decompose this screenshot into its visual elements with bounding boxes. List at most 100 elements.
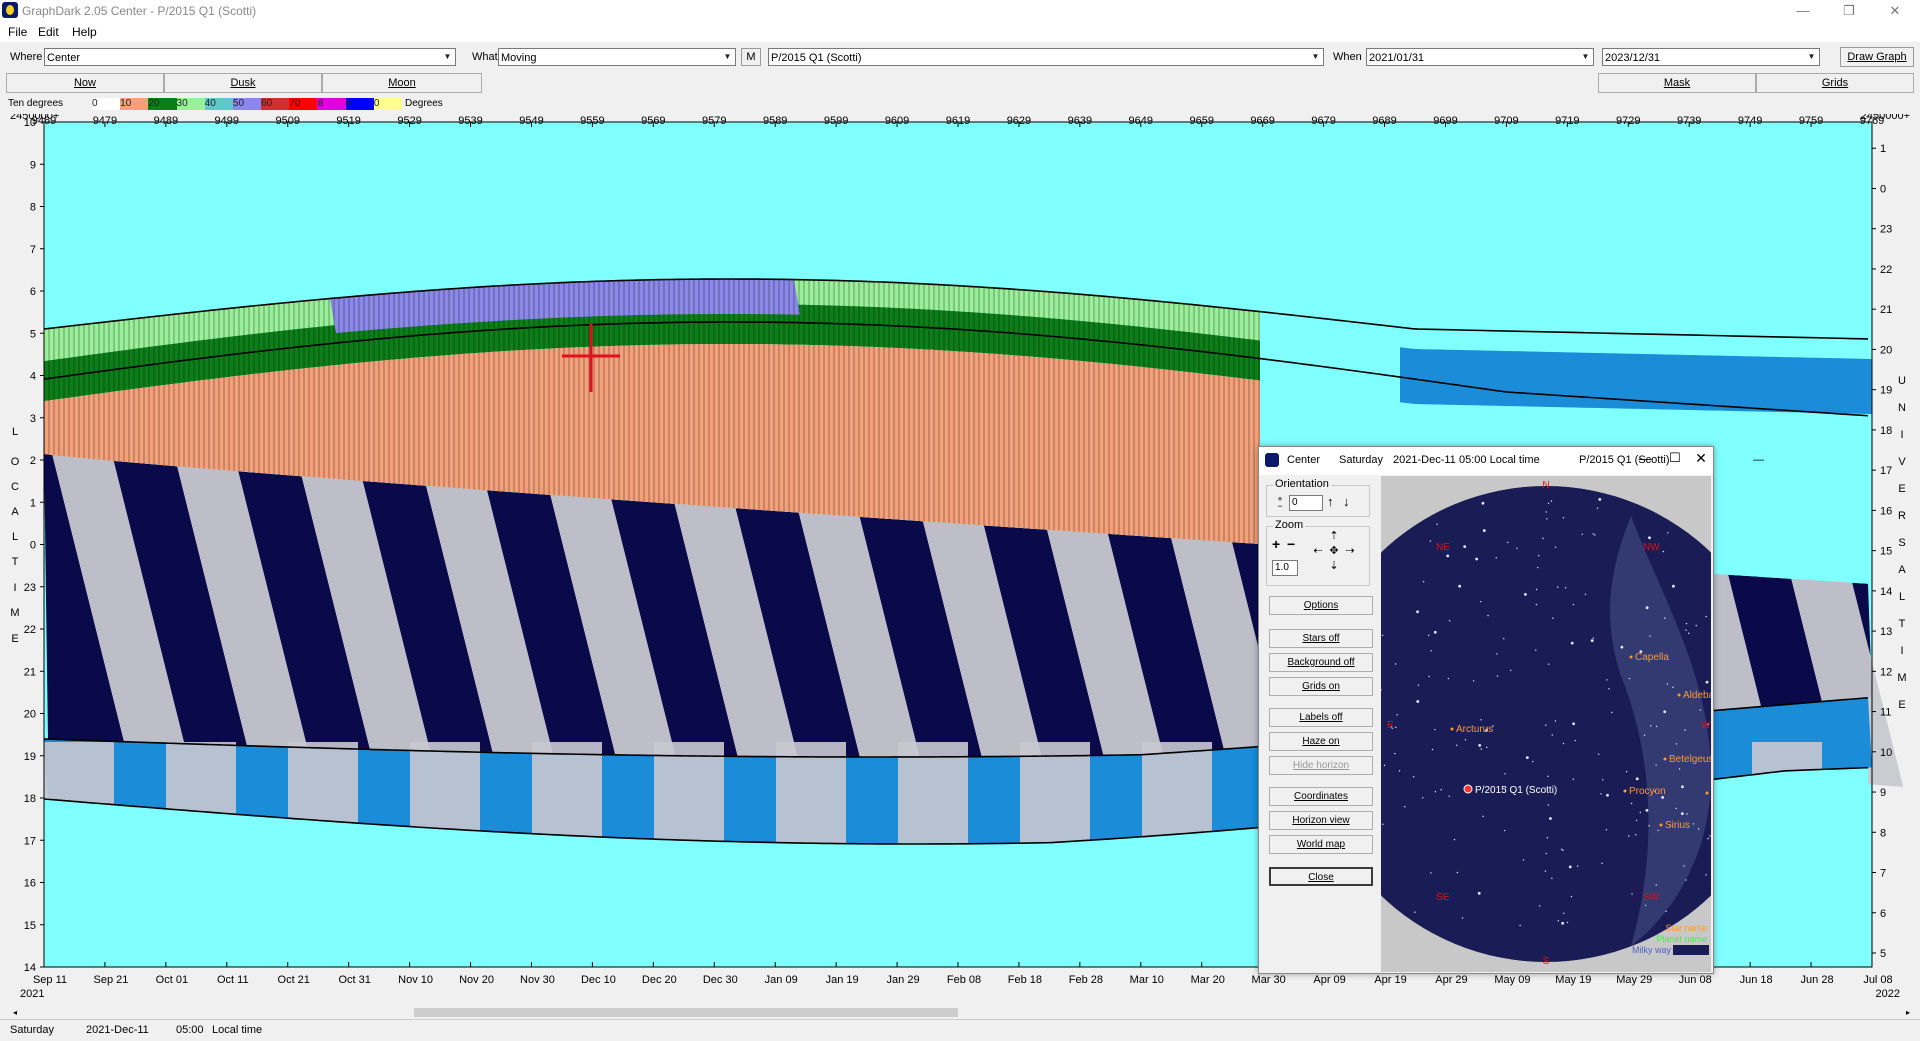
horizontal-scrollbar[interactable]: ◂ ▸ (10, 1007, 1915, 1018)
status-date: 2021-Dec-11 (86, 1024, 149, 1036)
local-time-tick-label: 17 (24, 835, 36, 847)
pan-up-icon[interactable]: ⇡ (1327, 529, 1341, 543)
draw-graph-button[interactable]: Draw Graph (1840, 47, 1914, 67)
zoom-in-icon[interactable]: + (1272, 537, 1286, 551)
star-dot (1422, 797, 1424, 799)
star-dot (1412, 776, 1415, 778)
grids-on-button[interactable]: Grids on (1269, 677, 1373, 696)
minimize-button[interactable]: — (1780, 0, 1826, 22)
tab-now[interactable]: Now (6, 73, 164, 93)
start-date-select[interactable]: 2021/01/31 ▼ (1366, 48, 1594, 66)
pan-left-icon[interactable]: ⇠ (1311, 544, 1325, 558)
zoom-out-icon[interactable]: − (1287, 537, 1301, 551)
compass-ne: NE (1436, 542, 1450, 553)
what-select[interactable]: Moving ▼ (498, 48, 736, 66)
zoom-input[interactable]: 1.0 (1272, 560, 1298, 576)
date-tick-label: Sep 21 (93, 974, 128, 986)
end-date-select[interactable]: 2023/12/31 ▼ (1602, 48, 1820, 66)
menu-edit[interactable]: Edit (38, 25, 59, 39)
star-dot (1655, 725, 1658, 728)
star-dot (1523, 593, 1527, 596)
where-select[interactable]: Center ▼ (44, 48, 456, 66)
when-label: When (1333, 51, 1362, 63)
star-dot (1639, 811, 1642, 814)
local-time-tick-label: 4 (30, 371, 36, 383)
dialog-minimize-button[interactable]: — (1635, 451, 1655, 471)
close-window-button[interactable]: ✕ (1872, 0, 1918, 22)
star-dot (1657, 829, 1659, 832)
pan-down-icon[interactable]: ⇣ (1327, 559, 1341, 573)
target-marker[interactable] (1463, 784, 1473, 794)
tab-dusk[interactable]: Dusk (164, 73, 322, 93)
dialog-app-icon (1265, 453, 1279, 467)
local-time-axis-letter: I (13, 582, 16, 594)
world-map-button[interactable]: World map (1269, 835, 1373, 854)
sky-map[interactable]: N NE NW E W SE SW S Capella Aldebaran Arcturus Bete… (1381, 476, 1711, 972)
star-dot (1496, 653, 1498, 655)
star-dot (1680, 812, 1684, 816)
universal-time-axis-letter: U (1898, 375, 1906, 387)
rotate-down-icon[interactable]: ↓ (1343, 494, 1357, 510)
dialog-close-button[interactable]: ✕ (1691, 450, 1711, 470)
pan-center-icon[interactable]: ✥ (1327, 544, 1341, 558)
scroll-left-icon[interactable]: ◂ (10, 1007, 20, 1018)
star-dot (1430, 872, 1432, 874)
star-dot (1447, 677, 1450, 680)
rotate-up-icon[interactable]: ↑ (1327, 494, 1341, 510)
menu-file[interactable]: File (8, 25, 27, 39)
star-dot (1572, 722, 1576, 726)
local-time-axis-letter: M (10, 607, 19, 619)
compass-w: W (1701, 720, 1711, 731)
universal-time-axis-letter: E (1898, 483, 1905, 495)
universal-time-tick-label: 20 (1880, 344, 1892, 356)
legend-segment: 0 (373, 98, 402, 110)
star-dot (1574, 739, 1576, 742)
labels-off-button[interactable]: Labels off (1269, 708, 1373, 727)
dialog-minimize-icon[interactable]: — (1753, 454, 1764, 466)
orientation-group: Orientation + − 0 ↑ ↓ (1266, 478, 1370, 517)
horizon-view-button[interactable]: Horizon view (1269, 811, 1373, 830)
zoom-label: Zoom (1273, 519, 1306, 531)
dialog-object: P/2015 Q1 (Scotti) (1579, 454, 1670, 466)
title-bar: GraphDark 2.05 Center - P/2015 Q1 (Scott… (0, 0, 1920, 22)
tab-mask[interactable]: Mask (1598, 73, 1756, 93)
star-dot (1478, 743, 1482, 747)
date-tick-label: Apr 19 (1374, 974, 1406, 986)
orientation-input[interactable]: 0 (1289, 495, 1323, 511)
hide-horizon-button[interactable]: Hide horizon (1269, 756, 1373, 775)
star-dot (1496, 675, 1499, 677)
star-dot (1649, 635, 1651, 637)
star-dot (1597, 753, 1600, 755)
local-time-tick-label: 8 (30, 202, 36, 214)
coordinates-button[interactable]: Coordinates (1269, 787, 1373, 806)
star-dot (1398, 770, 1401, 772)
tab-moon[interactable]: Moon (322, 73, 482, 93)
stars-off-button[interactable]: Stars off (1269, 629, 1373, 648)
star-dot (1430, 650, 1432, 652)
universal-time-tick-label: 6 (1880, 908, 1886, 920)
scroll-thumb[interactable] (414, 1008, 958, 1017)
haze-on-button[interactable]: Haze on (1269, 732, 1373, 751)
local-time-axis-letter: L (12, 531, 18, 543)
star-dot (1562, 742, 1565, 745)
orientation-spin-icon[interactable]: + − (1272, 495, 1288, 511)
background-off-button[interactable]: Background off (1269, 653, 1373, 672)
m-button[interactable]: M (741, 48, 761, 66)
object-select[interactable]: P/2015 Q1 (Scotti) ▼ (768, 48, 1324, 66)
star-marker (1659, 823, 1663, 827)
tab-grids[interactable]: Grids (1756, 73, 1914, 93)
scroll-right-icon[interactable]: ▸ (1903, 1007, 1913, 1018)
legend-segment: 60 (261, 98, 290, 110)
local-time-tick-label: 22 (24, 624, 36, 636)
star-dot (1429, 540, 1432, 542)
star-dot (1678, 768, 1681, 770)
object-value: P/2015 Q1 (Scotti) (771, 52, 862, 64)
menu-help[interactable]: Help (72, 25, 97, 39)
star-dot (1608, 688, 1610, 690)
pan-right-icon[interactable]: ⇢ (1343, 544, 1357, 558)
maximize-button[interactable]: ❐ (1826, 0, 1872, 22)
options-button[interactable]: Options (1269, 596, 1373, 615)
compass-s: S (1543, 956, 1550, 967)
close-button[interactable]: Close (1269, 867, 1373, 886)
dialog-maximize-button[interactable]: ☐ (1665, 450, 1685, 470)
